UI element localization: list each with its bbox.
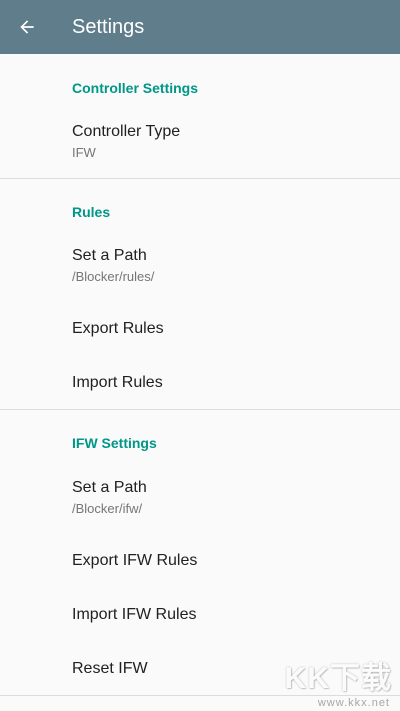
- category-header-controller: Controller Settings: [72, 80, 199, 96]
- pref-summary: /Blocker/rules/: [72, 269, 155, 284]
- pref-controller-type[interactable]: Controller Type IFW: [0, 108, 400, 178]
- watermark-url: www.kkx.net: [317, 697, 390, 709]
- pref-title: Import Rules: [72, 374, 163, 391]
- pref-title: Export IFW Rules: [72, 552, 198, 569]
- pref-import-rules[interactable]: Import Rules: [0, 356, 400, 410]
- pref-summary: /Blocker/ifw/: [72, 501, 143, 516]
- pref-export-ifw-rules[interactable]: Export IFW Rules: [0, 534, 400, 588]
- pref-title: Set a Path: [72, 479, 147, 496]
- page-title: Settings: [72, 16, 145, 38]
- section-divider: [0, 409, 400, 410]
- pref-import-ifw-rules[interactable]: Import IFW Rules: [0, 588, 400, 642]
- category-header-rules: Rules: [72, 204, 111, 220]
- pref-title: Controller Type: [72, 123, 181, 140]
- back-button[interactable]: [0, 0, 54, 54]
- pref-title: Reset IFW: [72, 660, 148, 677]
- app-toolbar: Settings: [0, 0, 400, 54]
- section-divider: [0, 178, 400, 179]
- pref-export-rules[interactable]: Export Rules: [0, 302, 400, 356]
- pref-title: Export Rules: [72, 320, 164, 337]
- watermark-logo: KK下载: [284, 662, 392, 695]
- category-header-ifw: IFW Settings: [72, 435, 157, 451]
- pref-summary: IFW: [72, 145, 96, 160]
- settings-screen: Settings Controller Settings Controller …: [0, 0, 400, 711]
- preference-list[interactable]: Controller Settings Controller Type IFW …: [0, 54, 400, 711]
- pref-rules-set-path[interactable]: Set a Path /Blocker/rules/: [0, 232, 400, 302]
- pref-ifw-set-path[interactable]: Set a Path /Blocker/ifw/: [0, 464, 400, 534]
- pref-title: Set a Path: [72, 247, 147, 264]
- site-watermark: KK下载 www.kkx.net: [276, 653, 396, 709]
- pref-title: Import IFW Rules: [72, 606, 197, 623]
- arrow-left-icon: [20, 20, 34, 34]
